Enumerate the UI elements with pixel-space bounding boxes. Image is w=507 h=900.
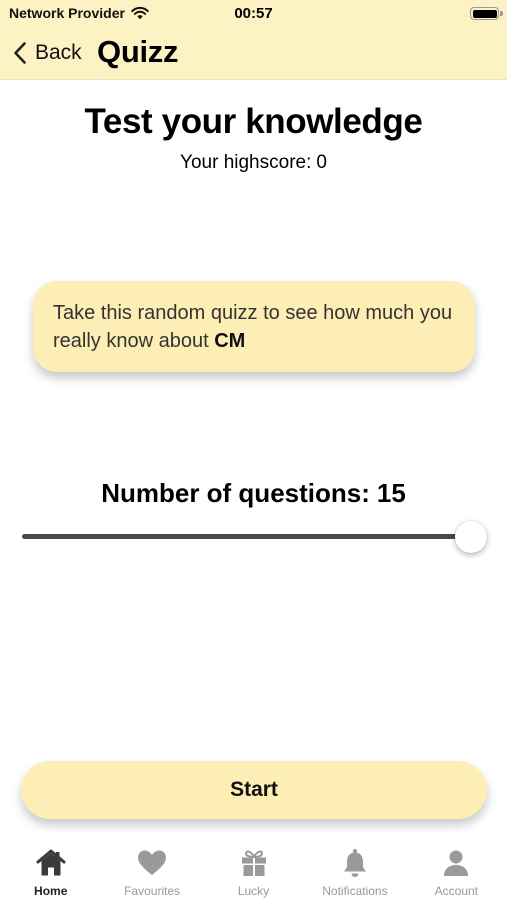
back-button[interactable]: Back — [13, 38, 82, 68]
start-button[interactable]: Start — [21, 761, 487, 819]
tab-bar: Home Favourites Lucky Notifications Acco… — [0, 835, 507, 900]
highscore-line: Your highscore: 0 — [0, 152, 507, 174]
quizz-screen: Network Provider 00:57 Back Quizz Test y… — [0, 0, 507, 900]
navigation-bar: Back Quizz — [0, 28, 507, 80]
tab-label-lucky: Lucky — [237, 884, 270, 898]
questions-count-value: 15 — [376, 478, 406, 508]
tab-notifications[interactable]: Notifications — [304, 835, 405, 900]
tab-lucky[interactable]: Lucky — [203, 835, 304, 900]
highscore-value: 0 — [316, 152, 327, 173]
tab-label-notifications: Notifications — [322, 884, 388, 898]
start-button-label: Start — [230, 778, 278, 801]
tab-account[interactable]: Account — [406, 835, 507, 900]
info-highlight: CM — [214, 330, 246, 352]
highscore-label: Your highscore: — [180, 152, 312, 173]
questions-count-label: Number of questions: — [101, 478, 370, 508]
chevron-left-icon — [14, 42, 26, 64]
status-bar: Network Provider 00:57 — [0, 0, 507, 28]
tab-label-home: Home — [34, 884, 68, 898]
tab-favourites[interactable]: Favourites — [101, 835, 202, 900]
tab-label-favourites: Favourites — [124, 884, 181, 898]
questions-slider-thumb[interactable] — [455, 521, 487, 553]
info-card: Take this random quizz to see how much y… — [33, 281, 475, 372]
gift-icon — [241, 850, 266, 876]
heart-icon — [138, 850, 167, 875]
questions-slider-track[interactable] — [22, 534, 471, 539]
battery-fill — [472, 9, 497, 18]
back-label: Back — [35, 41, 82, 64]
status-time: 00:57 — [234, 5, 273, 22]
info-text: Take this random quizz to see how much y… — [53, 302, 453, 352]
home-icon — [36, 849, 66, 876]
tab-label-account: Account — [434, 884, 478, 898]
person-icon — [444, 850, 469, 876]
battery-icon — [470, 7, 499, 20]
bell-icon — [343, 849, 366, 877]
page-title: Quizz — [97, 34, 179, 69]
questions-count-line: Number of questions: 15 — [0, 478, 507, 509]
battery-cap — [500, 11, 503, 16]
quiz-heading: Test your knowledge — [84, 102, 423, 141]
tab-home[interactable]: Home — [0, 835, 101, 900]
header-area: Network Provider 00:57 Back Quizz — [0, 0, 507, 80]
